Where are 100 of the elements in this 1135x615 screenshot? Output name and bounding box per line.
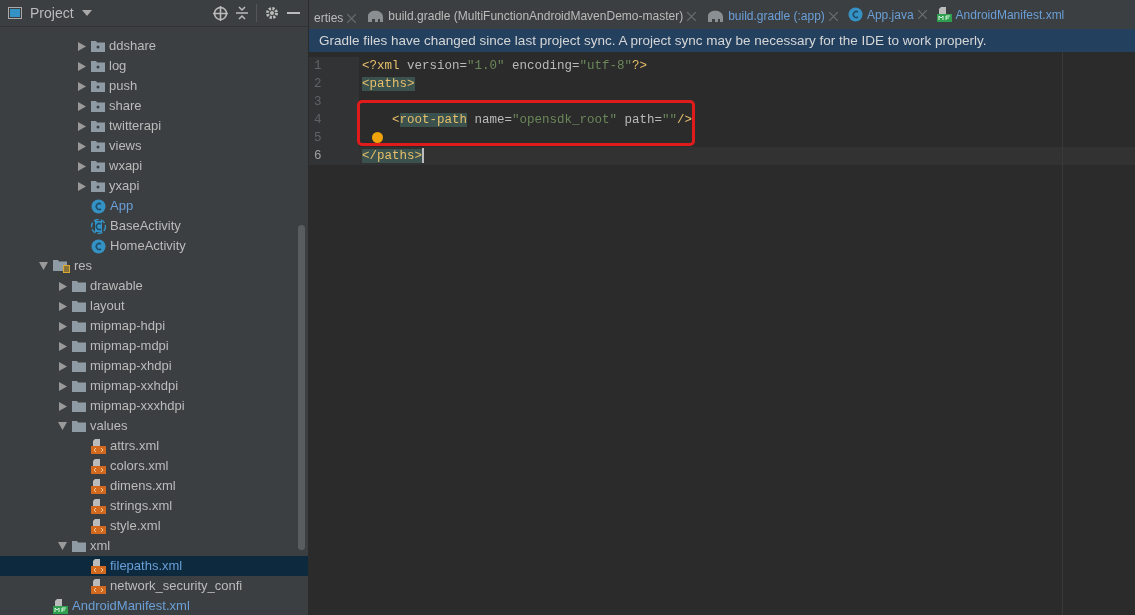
tree-row[interactable]: colors.xml — [0, 456, 308, 476]
file-tab[interactable]: erties — [309, 3, 362, 29]
collapse-arrow-icon[interactable] — [58, 542, 67, 550]
tree-row[interactable]: push — [0, 76, 308, 96]
xml-file-icon — [91, 518, 106, 534]
tree-item-label: ddshare — [109, 37, 156, 55]
tree-row[interactable]: xml — [0, 536, 308, 556]
tree-row[interactable]: res — [0, 256, 308, 276]
tree-row[interactable]: twitterapi — [0, 116, 308, 136]
close-icon[interactable] — [917, 10, 927, 19]
tree-item-label: network_security_confi — [110, 577, 243, 595]
folder-icon — [72, 300, 86, 312]
package-folder-icon — [91, 60, 105, 72]
file-tab[interactable]: build.gradle (MultiFunctionAndroidMavenDemo-master) — [361, 1, 702, 29]
tree-item-label: mipmap-xxhdpi — [90, 377, 179, 395]
tree-item-label: attrs.xml — [110, 437, 160, 455]
tree-item-label: mipmap-xhdpi — [90, 357, 172, 375]
expand-arrow-icon[interactable] — [77, 121, 86, 131]
expand-arrow-icon[interactable] — [77, 81, 86, 91]
tree-item-label: views — [109, 137, 142, 155]
collapse-arrow-icon[interactable] — [39, 262, 48, 270]
tree-row[interactable]: attrs.xml — [0, 436, 308, 456]
tree-row[interactable]: network_security_confi — [0, 576, 308, 596]
expand-arrow-icon[interactable] — [58, 401, 67, 411]
folder-icon — [72, 540, 86, 552]
file-tab[interactable]: AndroidManifest.xml — [931, 0, 1065, 29]
package-folder-icon — [91, 160, 105, 172]
class-icon — [91, 238, 106, 254]
expand-arrow-icon[interactable] — [58, 361, 67, 371]
file-tab[interactable]: App.java — [842, 0, 932, 29]
tree-row[interactable]: wxapi — [0, 156, 308, 176]
tree-item-label: xml — [90, 537, 111, 555]
tree-row[interactable]: filepaths.xml — [0, 556, 308, 576]
lightbulb-icon[interactable] — [372, 132, 383, 144]
tree-row[interactable]: ddshare — [0, 36, 308, 56]
file-tab[interactable]: build.gradle (:app) — [701, 1, 843, 29]
expand-arrow-icon[interactable] — [58, 341, 67, 351]
package-folder-icon — [91, 180, 105, 192]
tree-row[interactable]: log — [0, 56, 308, 76]
tree-row[interactable]: style.xml — [0, 516, 308, 536]
minimize-icon[interactable] — [287, 11, 300, 15]
class-icon — [847, 7, 863, 22]
tree-row[interactable]: mipmap-xhdpi — [0, 356, 308, 376]
scrollbar-thumb[interactable] — [298, 225, 305, 550]
folder-icon — [72, 320, 86, 332]
tree-item-label: mipmap-mdpi — [90, 337, 169, 355]
tree-item-label: style.xml — [110, 517, 161, 535]
settings-icon[interactable] — [265, 6, 279, 20]
expand-arrow-icon[interactable] — [77, 141, 86, 151]
expand-arrow-icon[interactable] — [77, 61, 86, 71]
tree-row[interactable]: mipmap-mdpi — [0, 336, 308, 356]
package-folder-icon — [91, 40, 105, 52]
expand-arrow-icon[interactable] — [58, 381, 67, 391]
folder-icon — [72, 400, 86, 412]
tree-item-label: layout — [90, 297, 125, 315]
tree-item-label: dimens.xml — [110, 477, 176, 495]
expand-arrow-icon[interactable] — [58, 281, 67, 291]
tree-row[interactable]: AndroidManifest.xml — [0, 596, 308, 615]
tree-item-label: App — [110, 197, 134, 215]
folder-icon — [72, 280, 86, 292]
tree-row[interactable]: mipmap-xxhdpi — [0, 376, 308, 396]
close-icon[interactable] — [347, 13, 357, 23]
manifest-file-icon — [936, 7, 952, 22]
xml-file-icon — [91, 558, 106, 574]
xml-file-icon — [91, 498, 106, 514]
xml-file-icon — [91, 438, 106, 454]
expand-arrow-icon[interactable] — [58, 301, 67, 311]
close-icon[interactable] — [828, 11, 838, 21]
expand-arrow-icon[interactable] — [77, 101, 86, 111]
crosshair-icon[interactable] — [213, 5, 228, 21]
expand-arrow-icon[interactable] — [58, 321, 67, 331]
tree-row[interactable]: drawable — [0, 276, 308, 296]
expand-arrow-icon[interactable] — [77, 181, 86, 191]
tree-row[interactable]: dimens.xml — [0, 476, 308, 496]
tree-row[interactable]: mipmap-hdpi — [0, 316, 308, 336]
tree-row[interactable]: mipmap-xxxhdpi — [0, 396, 308, 416]
package-folder-icon — [91, 100, 105, 112]
tree-item-label: share — [109, 97, 142, 115]
folder-icon — [72, 420, 86, 432]
tree-row[interactable]: values — [0, 416, 308, 436]
tree-row[interactable]: App — [0, 196, 308, 216]
tree-row[interactable]: yxapi — [0, 176, 308, 196]
tree-item-label: strings.xml — [110, 497, 173, 515]
class-icon — [91, 198, 106, 214]
tree-item-label: mipmap-hdpi — [90, 317, 166, 335]
collapse-arrow-icon[interactable] — [58, 422, 67, 430]
expand-arrow-icon[interactable] — [77, 41, 86, 51]
collapse-all-icon[interactable] — [236, 6, 248, 20]
tree-row[interactable]: BaseActivity — [0, 216, 308, 236]
expand-arrow-icon[interactable] — [77, 161, 86, 171]
tree-row[interactable]: HomeActivity — [0, 236, 308, 256]
tree-row[interactable]: share — [0, 96, 308, 116]
tree-item-label: twitterapi — [109, 117, 162, 135]
tree-row[interactable]: strings.xml — [0, 496, 308, 516]
dropdown-caret-icon[interactable] — [81, 10, 92, 16]
panel-title[interactable]: Project — [30, 2, 74, 24]
tree-row[interactable]: views — [0, 136, 308, 156]
close-icon[interactable] — [687, 11, 697, 21]
tree-item-label: res — [74, 257, 93, 275]
tree-row[interactable]: layout — [0, 296, 308, 316]
